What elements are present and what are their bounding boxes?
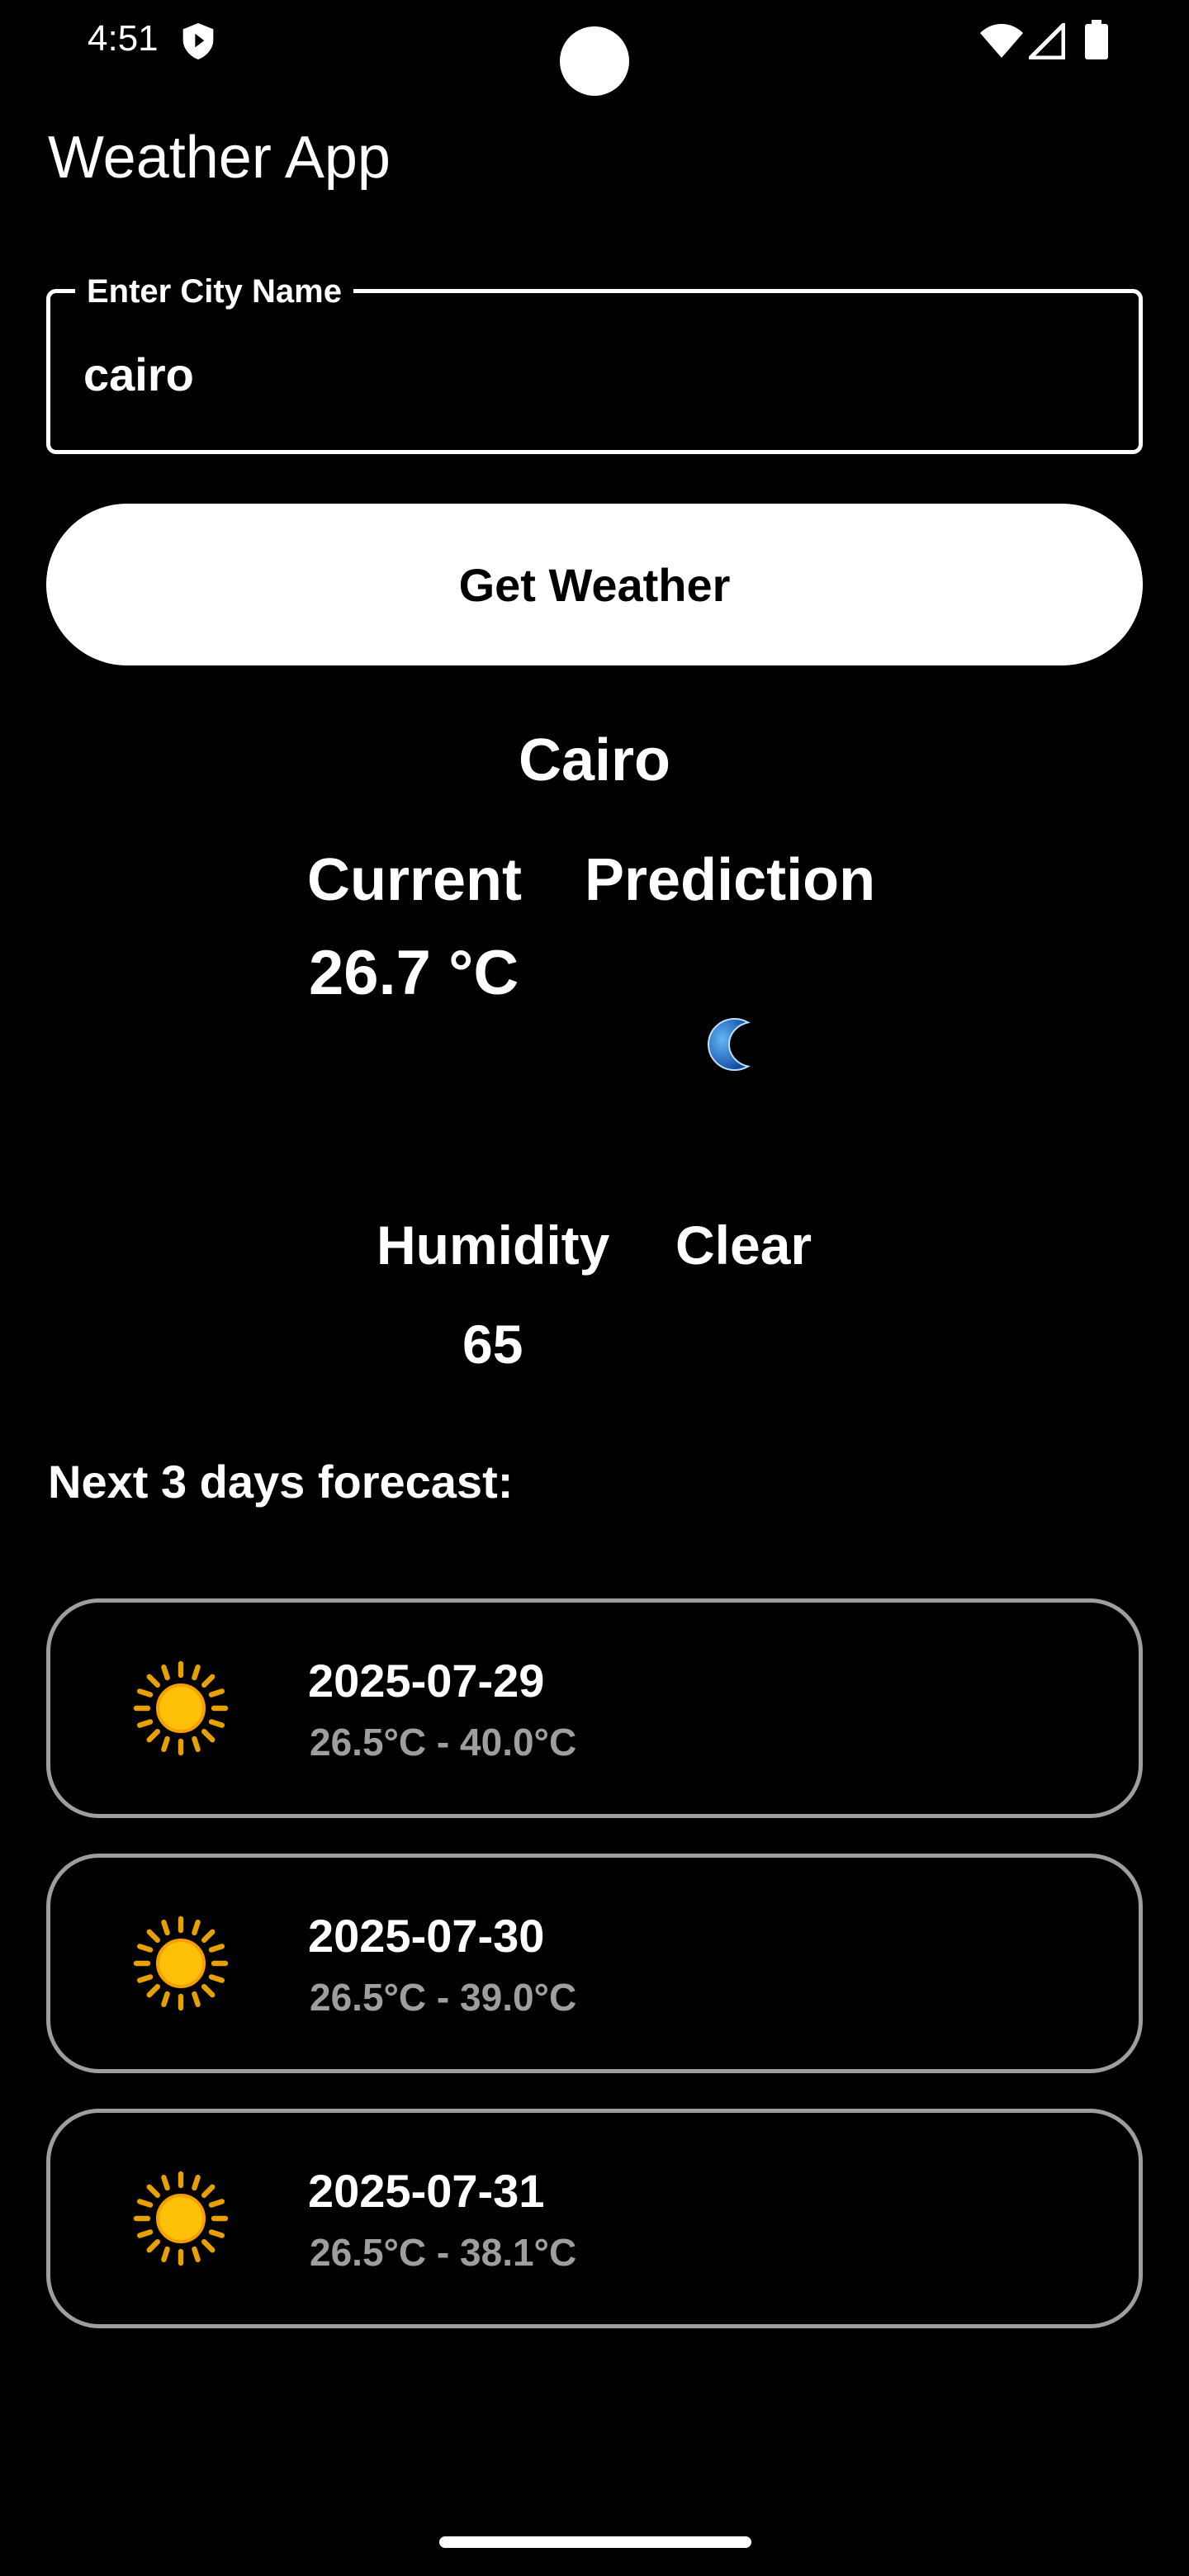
forecast-heading: Next 3 days forecast: <box>48 1456 514 1508</box>
forecast-date: 2025-07-30 <box>308 1910 545 1962</box>
humidity-value: 65 <box>462 1314 523 1375</box>
status-time: 4:51 <box>88 18 159 59</box>
app-title: Weather App <box>48 125 391 191</box>
forecast-card: 2025-07-31 26.5°C - 38.1°C <box>46 2109 1143 2328</box>
humidity-label: Humidity <box>377 1215 610 1276</box>
forecast-card: 2025-07-30 26.5°C - 39.0°C <box>46 1854 1143 2073</box>
current-label: Current <box>307 847 523 913</box>
forecast-date: 2025-07-31 <box>308 2165 545 2217</box>
city-name-input[interactable] <box>83 341 1091 407</box>
camera-cutout <box>560 26 629 96</box>
city-name-field[interactable]: Enter City Name <box>46 268 1143 454</box>
battery-icon <box>1085 20 1108 59</box>
forecast-date: 2025-07-29 <box>308 1655 545 1707</box>
weather-condition: Clear <box>675 1215 812 1276</box>
forecast-temp-range: 26.5°C - 39.0°C <box>310 1976 577 2019</box>
current-temperature: 26.7 °C <box>309 938 519 1008</box>
forecast-temp-range: 26.5°C - 40.0°C <box>310 1721 577 1764</box>
sun-icon <box>133 1915 229 2011</box>
forecast-card: 2025-07-29 26.5°C - 40.0°C <box>46 1598 1143 1818</box>
forecast-temp-range: 26.5°C - 38.1°C <box>310 2231 577 2274</box>
weather-app-screen: 4:51 Weather App Enter City Name Get Wea… <box>0 0 1189 2576</box>
city-name: Cairo <box>518 727 671 793</box>
shield-play-icon <box>182 23 214 59</box>
moon-icon <box>707 1017 751 1072</box>
gesture-nav-handle[interactable] <box>439 2536 751 2548</box>
city-name-label: Enter City Name <box>75 268 353 315</box>
wifi-icon <box>980 24 1023 58</box>
sun-icon <box>133 1660 229 1756</box>
prediction-label: Prediction <box>585 847 876 913</box>
sun-icon <box>133 2171 229 2266</box>
status-bar: 4:51 <box>0 0 1189 96</box>
get-weather-button[interactable]: Get Weather <box>46 504 1143 665</box>
cell-signal-icon <box>1029 23 1065 59</box>
